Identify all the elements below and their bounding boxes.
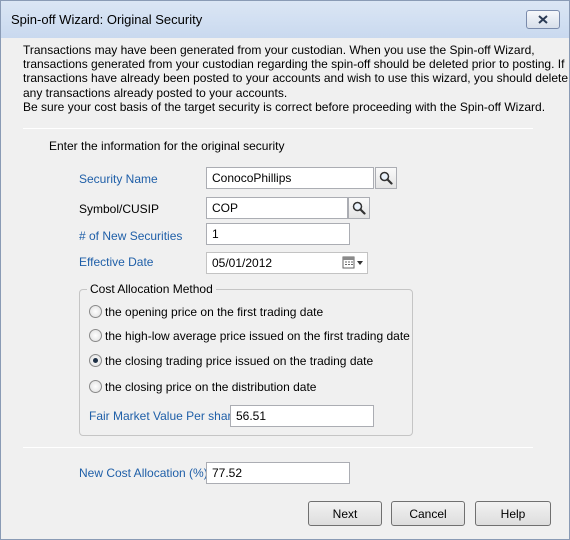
radio-label: the high-low average price issued on the…: [105, 329, 410, 343]
help-button[interactable]: Help: [475, 501, 551, 526]
separator: [23, 128, 533, 129]
effective-date-value: 05/01/2012: [212, 256, 273, 270]
security-lookup-button[interactable]: [375, 167, 397, 189]
fmv-label: Fair Market Value Per share: [89, 409, 239, 423]
intro-line: Be sure your cost basis of the target se…: [23, 99, 546, 114]
symbol-field[interactable]: COP: [206, 197, 348, 219]
close-icon: [538, 15, 548, 24]
cost-allocation-title: Cost Allocation Method: [87, 282, 216, 296]
radio-high-low-average[interactable]: [89, 329, 102, 342]
num-new-securities-field[interactable]: 1: [206, 223, 350, 245]
security-name-label: Security Name: [79, 172, 158, 186]
window-title: Spin-off Wizard: Original Security: [11, 12, 203, 27]
search-icon: [379, 171, 393, 185]
symbol-label: Symbol/CUSIP: [79, 202, 160, 216]
security-name-field[interactable]: ConocoPhillips: [206, 167, 374, 189]
radio-label: the opening price on the first trading d…: [105, 305, 324, 319]
effective-date-label: Effective Date: [79, 255, 154, 269]
num-new-securities-label: # of New Securities: [79, 229, 183, 243]
title-bar: Spin-off Wizard: Original Security: [1, 1, 569, 38]
cancel-button[interactable]: Cancel: [391, 501, 465, 526]
new-cost-allocation-label: New Cost Allocation (%): [79, 466, 208, 480]
radio-label: the closing trading price issued on the …: [105, 354, 374, 368]
intro-line: transactions have already been posted to…: [23, 71, 568, 86]
intro-line: Transactions may have been generated fro…: [23, 43, 535, 57]
radio-closing-distribution[interactable]: [89, 380, 102, 393]
intro-text: Transactions may have been generated fro…: [23, 43, 568, 114]
wizard-window: Spin-off Wizard: Original Security Trans…: [0, 0, 570, 540]
intro-line: any transactions already posted to your …: [23, 85, 288, 100]
close-button[interactable]: [526, 10, 560, 29]
fmv-field[interactable]: 56.51: [230, 405, 374, 427]
radio-label: the closing price on the distribution da…: [105, 380, 317, 394]
radio-closing-trading-price[interactable]: [89, 354, 102, 367]
calendar-icon: [342, 256, 363, 269]
new-cost-allocation-field[interactable]: 77.52: [206, 462, 350, 484]
radio-opening-price[interactable]: [89, 305, 102, 318]
next-button[interactable]: Next: [308, 501, 382, 526]
form-heading: Enter the information for the original s…: [49, 139, 285, 153]
intro-line: transactions generated from your custodi…: [23, 57, 565, 72]
separator: [23, 447, 533, 448]
symbol-lookup-button[interactable]: [348, 197, 370, 219]
date-picker-button[interactable]: [340, 255, 366, 271]
search-icon: [352, 201, 366, 215]
